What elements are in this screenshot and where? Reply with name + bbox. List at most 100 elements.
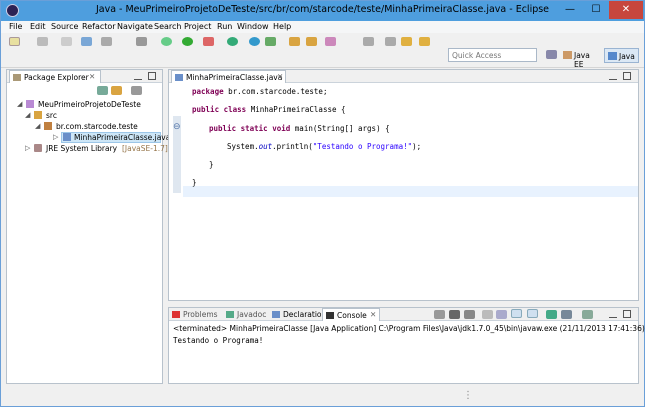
tree-toggle-project[interactable]: ◢ <box>17 100 22 108</box>
perspective-java-ee-label: Java EE <box>574 51 590 69</box>
close-package-explorer-icon[interactable]: ✕ <box>89 72 95 81</box>
tree-toggle-src[interactable]: ◢ <box>25 111 30 119</box>
current-line-highlight <box>183 186 638 197</box>
code-keyword: package <box>192 87 224 96</box>
code-line-5[interactable]: } <box>209 160 214 169</box>
clear-console-icon[interactable] <box>482 310 493 319</box>
toggle-breadcrumb-icon[interactable] <box>81 37 92 46</box>
tab-problems-label: Problems <box>183 310 218 319</box>
show-on-error-icon[interactable] <box>527 309 538 318</box>
code-string: "Testando o Programa!" <box>312 142 413 151</box>
code-text: br.com.starcode.teste; <box>223 87 328 96</box>
close-editor-icon[interactable]: ✕ <box>277 72 283 81</box>
open-console-icon[interactable] <box>582 310 593 319</box>
code-keyword: public class <box>192 105 247 114</box>
status-bar-handle[interactable]: ⋮ <box>463 390 473 401</box>
run-icon[interactable] <box>182 37 193 46</box>
eclipse-window: Java - MeuPrimeiroProjetoDeTeste/src/br/… <box>0 0 645 407</box>
tab-package-explorer-label: Package Explorer <box>24 73 89 82</box>
menu-source[interactable]: Source <box>51 22 78 31</box>
tree-label-package: br.com.starcode.teste <box>56 122 138 131</box>
close-button[interactable]: ✕ <box>609 1 643 19</box>
declaration-icon <box>272 311 280 318</box>
maximize-button[interactable]: ☐ <box>583 1 609 19</box>
fold-icon[interactable]: ⊖ <box>173 122 181 132</box>
code-line-6[interactable]: } <box>192 178 197 187</box>
minimize-button[interactable]: — <box>557 1 583 19</box>
new-class-icon[interactable] <box>249 37 260 46</box>
tree-label-project: MeuPrimeiroProjetoDeTeste <box>38 100 141 109</box>
perspective-java-ee[interactable]: Java EE <box>560 48 603 69</box>
forward-icon[interactable] <box>419 37 430 46</box>
java-file-icon <box>63 133 71 141</box>
code-line-3[interactable]: public static void main(String[] args) { <box>209 124 390 133</box>
menu-project[interactable]: Project <box>184 22 211 31</box>
code-line-2[interactable]: public class MinhaPrimeiraClasse { <box>192 105 346 114</box>
minimize-view-icon[interactable] <box>134 72 142 80</box>
previous-annotation-icon[interactable] <box>385 37 396 46</box>
tree-toggle-class-file[interactable]: ▷ <box>53 133 58 141</box>
minimize-editor-icon[interactable] <box>609 72 617 80</box>
terminate-icon[interactable] <box>434 310 445 319</box>
package-explorer-header: Package Explorer ✕ <box>7 70 162 83</box>
pin-console-icon[interactable] <box>546 310 557 319</box>
step-icon[interactable] <box>101 37 112 46</box>
debug-icon[interactable] <box>161 37 172 46</box>
open-task-icon[interactable] <box>306 37 317 46</box>
maximize-panel-icon[interactable] <box>623 310 631 318</box>
code-text: ); <box>412 142 422 151</box>
menu-help[interactable]: Help <box>273 22 291 31</box>
tree-item-class-file[interactable]: ▷ MinhaPrimeiraClasse.java <box>53 132 170 143</box>
scroll-lock-icon[interactable] <box>496 310 507 319</box>
menu-window[interactable]: Window <box>237 22 269 31</box>
tab-javadoc[interactable]: Javadoc <box>223 308 275 321</box>
tree-toggle-jre[interactable]: ▷ <box>25 144 30 152</box>
window-title: Java - MeuPrimeiroProjetoDeTeste/src/br/… <box>95 4 550 15</box>
next-annotation-icon[interactable] <box>363 37 374 46</box>
open-type-icon[interactable] <box>289 37 300 46</box>
search-icon[interactable] <box>325 37 336 46</box>
console-header: <terminated> MinhaPrimeiraClasse [Java A… <box>173 324 645 333</box>
display-selected-console-icon[interactable] <box>561 310 572 319</box>
print-icon[interactable] <box>61 37 72 46</box>
external-tools-icon[interactable] <box>203 37 214 46</box>
back-icon[interactable] <box>401 37 412 46</box>
tab-declaration[interactable]: Declaration <box>269 308 327 321</box>
menu-edit[interactable]: Edit <box>30 22 46 31</box>
tab-console-label: Console <box>337 311 367 320</box>
open-perspective-icon[interactable] <box>546 50 557 59</box>
code-line-4[interactable]: System.out.println("Testando o Programa!… <box>227 142 421 151</box>
tab-editor-file[interactable]: MinhaPrimeiraClasse.java <box>171 70 286 83</box>
collapse-all-icon[interactable] <box>97 86 108 95</box>
maximize-editor-icon[interactable] <box>623 72 631 80</box>
skip-breakpoints-icon[interactable] <box>136 37 147 46</box>
console-output[interactable]: Testando o Programa! <box>173 336 263 345</box>
new-package-icon[interactable] <box>265 37 276 46</box>
quick-access-input[interactable]: Quick Access <box>448 48 537 62</box>
tree-toggle-package[interactable]: ◢ <box>35 122 40 130</box>
menu-file[interactable]: File <box>9 22 22 31</box>
minimize-panel-icon[interactable] <box>609 310 617 318</box>
menu-refactor[interactable]: Refactor <box>82 22 116 31</box>
new-icon[interactable] <box>9 37 20 46</box>
remove-launch-icon[interactable] <box>449 310 460 319</box>
menu-search[interactable]: Search <box>154 22 181 31</box>
tab-javadoc-label: Javadoc <box>237 310 267 319</box>
remove-all-launches-icon[interactable] <box>464 310 475 319</box>
perspective-java[interactable]: Java <box>604 48 639 63</box>
maximize-view-icon[interactable] <box>148 72 156 80</box>
close-console-icon[interactable]: ✕ <box>370 310 376 319</box>
new-java-project-icon[interactable] <box>227 37 238 46</box>
menu-navigate[interactable]: Navigate <box>117 22 153 31</box>
tab-editor-file-label: MinhaPrimeiraClasse.java <box>186 73 283 82</box>
project-icon <box>26 100 34 108</box>
save-icon[interactable] <box>37 37 48 46</box>
menu-run[interactable]: Run <box>217 22 232 31</box>
tab-problems[interactable]: Problems <box>169 308 223 321</box>
code-line-1[interactable]: package br.com.starcode.teste; <box>192 87 327 96</box>
show-on-output-icon[interactable] <box>511 309 522 318</box>
tab-package-explorer[interactable]: Package Explorer <box>9 70 101 83</box>
view-menu-icon[interactable] <box>131 86 142 95</box>
link-with-editor-icon[interactable] <box>111 86 122 95</box>
tree-label-jre: JRE System Library <box>46 144 118 153</box>
